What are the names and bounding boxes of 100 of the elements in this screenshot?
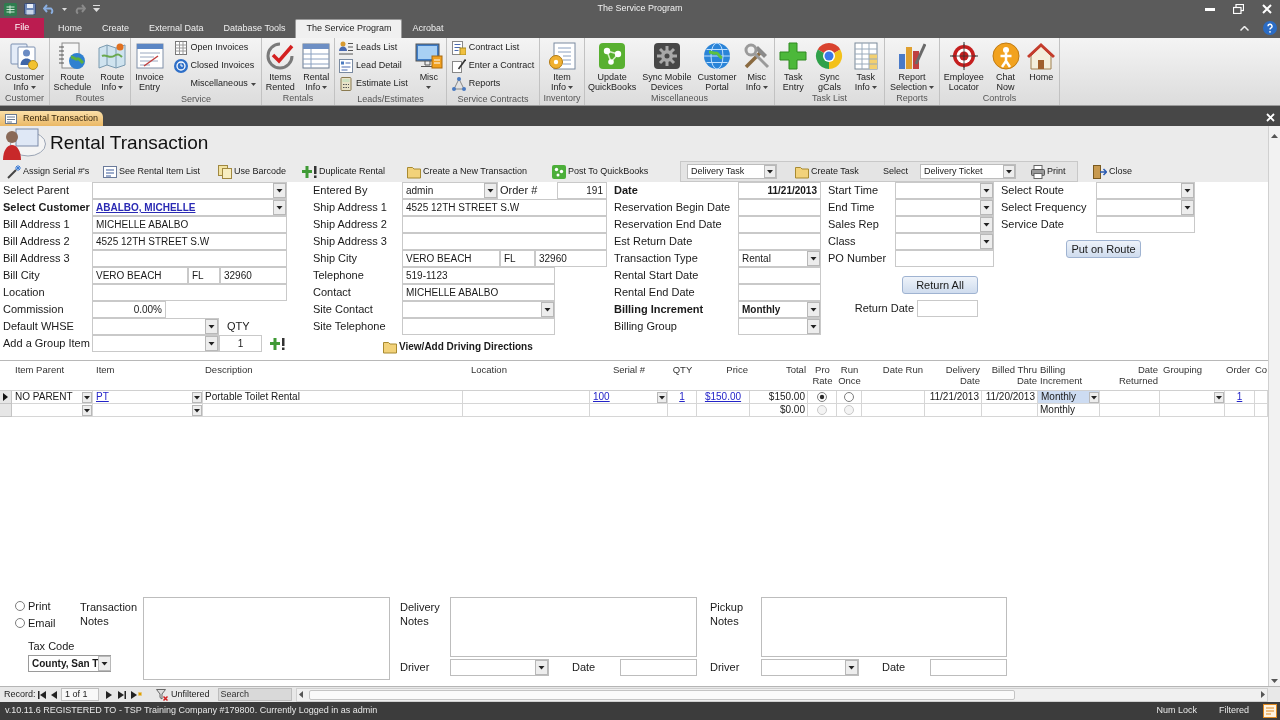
action-button[interactable]: Put on Route: [1066, 240, 1141, 258]
text-field[interactable]: [738, 199, 821, 216]
ribbon-button[interactable]: Lead Detail: [337, 57, 410, 75]
text-field[interactable]: 4525 12TH STREET S.W: [92, 233, 287, 250]
toolbar-link[interactable]: Post To QuickBooks: [552, 164, 680, 179]
combo-box[interactable]: [895, 199, 994, 216]
ribbon-button[interactable]: Sync Mobile Devices: [641, 38, 693, 92]
toolbar-link[interactable]: Assign Serial #'s: [7, 164, 103, 179]
ribbon-tab[interactable]: The Service Program: [295, 19, 403, 38]
text-field[interactable]: VERO BEACH: [92, 267, 188, 284]
text-field[interactable]: [738, 216, 821, 233]
combo-box[interactable]: [92, 335, 219, 352]
ribbon-button[interactable]: Items Rented: [264, 38, 296, 92]
combo-cell[interactable]: [93, 404, 203, 417]
ribbon-button[interactable]: Invoice Entry: [134, 38, 165, 92]
ribbon-tab[interactable]: External Data: [139, 19, 214, 38]
notes-field[interactable]: [450, 597, 697, 657]
combo-cell[interactable]: Monthly: [1038, 391, 1100, 404]
ribbon-tab[interactable]: Acrobat: [402, 19, 454, 38]
text-field[interactable]: FL: [188, 267, 220, 284]
restore-icon[interactable]: [1233, 4, 1244, 14]
next-record-icon[interactable]: [106, 690, 112, 699]
ribbon-button[interactable]: Route Info: [97, 38, 128, 92]
ribbon-button[interactable]: Item Info: [547, 38, 577, 92]
text-field[interactable]: 32960: [535, 250, 607, 267]
combo-box[interactable]: County, San T: [28, 655, 111, 672]
combo-box[interactable]: Delivery Task: [687, 164, 777, 179]
scroll-thumb[interactable]: [308, 689, 1015, 700]
text-field[interactable]: FL: [500, 250, 535, 267]
help-icon[interactable]: [1263, 21, 1277, 35]
text-field[interactable]: [620, 659, 697, 676]
previous-record-icon[interactable]: [51, 690, 57, 699]
ribbon-button[interactable]: Employee Locator: [942, 38, 985, 92]
text-field[interactable]: [402, 233, 607, 250]
redo-icon[interactable]: [74, 4, 86, 14]
record-position-field[interactable]: 1 of 1: [61, 688, 99, 701]
ribbon-button[interactable]: Task Entry: [778, 38, 809, 92]
combo-cell[interactable]: PT: [93, 391, 203, 404]
toolbar-link[interactable]: Print: [1031, 164, 1071, 179]
ribbon-tab[interactable]: Create: [92, 19, 140, 38]
text-field[interactable]: 11/21/2013: [738, 182, 821, 199]
radio-icon[interactable]: [15, 618, 25, 628]
toolbar-link[interactable]: See Rental Item List: [103, 164, 218, 179]
combo-box[interactable]: [402, 301, 555, 318]
notes-field[interactable]: [143, 597, 390, 680]
new-record-icon[interactable]: [131, 690, 142, 699]
undo-icon[interactable]: [43, 4, 55, 14]
action-button[interactable]: Return All: [902, 276, 978, 294]
toolbar-link[interactable]: Create Task: [795, 164, 875, 179]
combo-box[interactable]: [1096, 199, 1195, 216]
combo-box[interactable]: [895, 216, 994, 233]
combo-box[interactable]: [92, 182, 287, 199]
toolbar-link[interactable]: Use Barcode: [218, 164, 302, 179]
combo-box[interactable]: [92, 318, 219, 335]
combo-cell[interactable]: 100: [590, 391, 668, 404]
text-field[interactable]: 191: [557, 182, 607, 199]
combo-box[interactable]: Delivery Ticket: [920, 164, 1016, 179]
ribbon-button[interactable]: Route Schedule: [52, 38, 93, 92]
link[interactable]: 1: [679, 391, 685, 403]
ribbon-button[interactable]: Customer Info: [4, 38, 45, 92]
close-icon[interactable]: [1266, 113, 1275, 122]
text-field[interactable]: 1: [219, 335, 262, 352]
combo-box[interactable]: [895, 233, 994, 250]
plus-exclamation-icon[interactable]: [302, 165, 317, 178]
combo-box[interactable]: Monthly: [738, 301, 821, 318]
ribbon-button[interactable]: Estimate List: [337, 75, 410, 93]
combo-cell[interactable]: [12, 404, 93, 417]
text-field[interactable]: 0.00%: [92, 301, 166, 318]
text-field[interactable]: MICHELLE ABALBO: [402, 284, 555, 301]
plus-exclamation-icon[interactable]: [270, 337, 285, 350]
text-field[interactable]: [738, 267, 821, 284]
combo-cell[interactable]: NO PARENT: [12, 391, 93, 404]
text-field[interactable]: [1096, 216, 1195, 233]
file-tab[interactable]: File: [0, 18, 44, 38]
text-field[interactable]: MICHELLE ABALBO: [92, 216, 287, 233]
text-field[interactable]: [402, 216, 607, 233]
toolbar-link[interactable]: Create a New Transaction: [407, 164, 552, 179]
ribbon-button[interactable]: Report Selection: [889, 38, 935, 92]
combo-box[interactable]: [761, 659, 859, 676]
ribbon-button[interactable]: Task Info: [850, 38, 881, 92]
search-field[interactable]: Search: [217, 688, 292, 701]
form-view-icon[interactable]: [1263, 704, 1277, 718]
ribbon-button[interactable]: Sync gCals: [814, 38, 845, 92]
combo-box[interactable]: [1096, 182, 1195, 199]
ribbon-button[interactable]: Misc Info: [741, 38, 772, 92]
save-icon[interactable]: [24, 3, 36, 15]
text-field[interactable]: 4525 12TH STREET S.W: [402, 199, 607, 216]
text-field[interactable]: [930, 659, 1007, 676]
horizontal-scrollbar[interactable]: [295, 687, 1268, 702]
minimize-icon[interactable]: [1205, 7, 1215, 11]
filter-toggle[interactable]: Unfiltered: [154, 687, 212, 702]
ribbon-button[interactable]: Open Invoices: [171, 39, 258, 57]
text-field[interactable]: [738, 233, 821, 250]
ribbon-button[interactable]: Chat Now: [990, 38, 1021, 92]
combo-box[interactable]: [895, 182, 994, 199]
combo-box[interactable]: admin: [402, 182, 498, 199]
record-selector[interactable]: [0, 391, 12, 404]
ribbon-button[interactable]: Home: [1026, 38, 1057, 92]
text-field[interactable]: VERO BEACH: [402, 250, 500, 267]
radio-button[interactable]: [844, 392, 854, 402]
